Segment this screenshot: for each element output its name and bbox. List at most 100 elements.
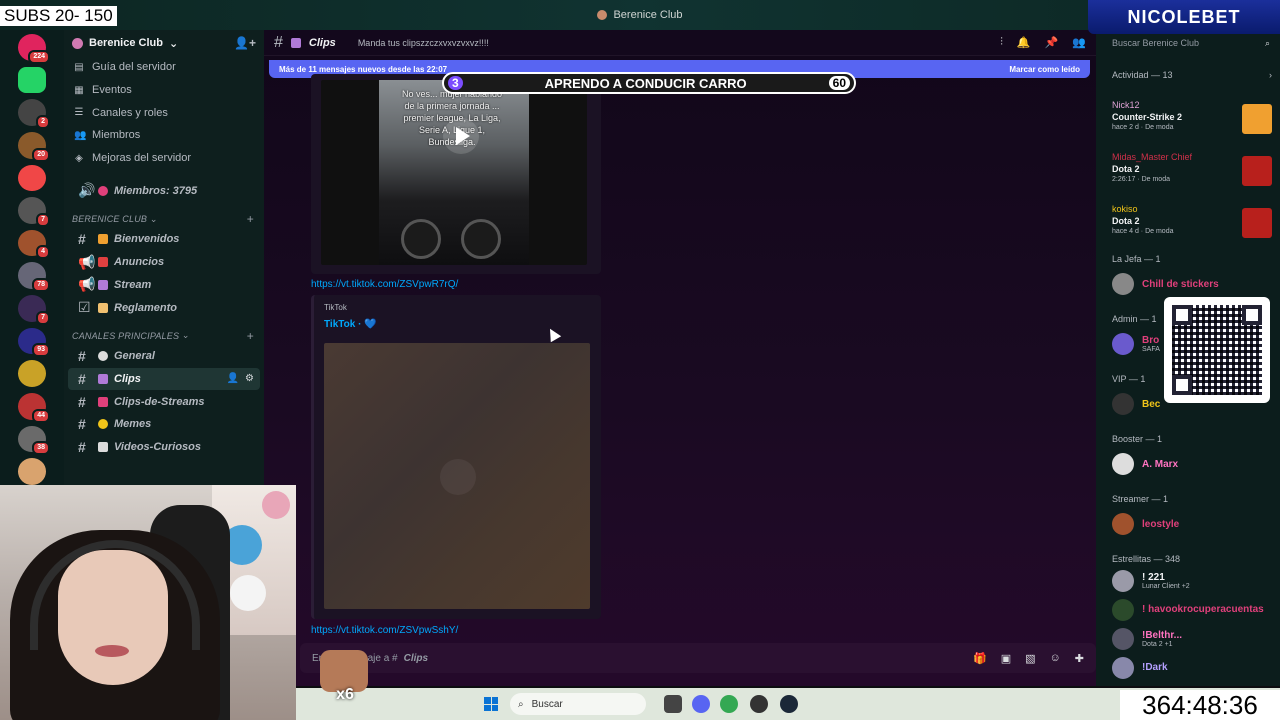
chat-area: Más de 11 mensajes nuevos desde las 22:0…	[264, 56, 1096, 686]
avatar	[1112, 627, 1134, 650]
server-icon	[72, 37, 83, 49]
server-icon[interactable]: 4	[18, 229, 50, 260]
subs-overlay: SUBS 20- 150	[0, 6, 117, 26]
threads-icon[interactable]: ⫶	[1000, 36, 1003, 49]
avatar	[1112, 333, 1134, 355]
apps-icon[interactable]: ✚	[1075, 652, 1084, 665]
server-icon[interactable]: 38	[18, 425, 50, 456]
server-icon[interactable]	[18, 458, 46, 485]
hash-icon: #	[78, 370, 86, 387]
play-icon[interactable]	[440, 459, 476, 495]
menu-guide[interactable]: ▤ Guía del servidor	[64, 56, 264, 79]
play-icon[interactable]	[443, 118, 479, 154]
channel-sidebar: Berenice Club ⌄ 👤+ ▤ Guía del servidor ▦ E…	[64, 30, 264, 485]
role-header: Streamer — 1	[1112, 494, 1169, 504]
menu-events[interactable]: ▦ Eventos	[64, 79, 264, 102]
server-icon[interactable]: 78	[18, 262, 50, 293]
server-icon[interactable]: 2	[18, 99, 50, 129]
boost-icon: ◈	[75, 152, 83, 164]
menu-members[interactable]: 👥 Miembros	[64, 124, 264, 147]
members-list-icon[interactable]: 👥	[1072, 36, 1086, 49]
role-header: Estrellitas — 348	[1112, 554, 1181, 564]
member-status: Dota 2 +1	[1142, 640, 1173, 648]
message-input[interactable]: Enviar mensaje a # Clips 🎁 ▣ ▧ ☺ ✚	[300, 643, 1096, 673]
file-explorer-icon[interactable]	[664, 695, 682, 713]
member-item[interactable]: A. Marx	[1112, 446, 1272, 482]
video-player[interactable]: No ves... mujer hablando de la primera j…	[321, 80, 587, 265]
chevron-right-icon: ›	[1269, 70, 1272, 80]
server-icon[interactable]: 93	[18, 327, 50, 358]
steam-icon[interactable]	[780, 695, 798, 713]
bell-icon[interactable]: 🔔	[1017, 36, 1031, 49]
unread-badge: 38	[32, 441, 50, 456]
emoji-icon[interactable]: ☺	[1050, 652, 1061, 665]
channel-clips-de-streams[interactable]: # Clips-de-Streams	[68, 390, 260, 413]
tiktok-link[interactable]: https://vt.tiktok.com/ZSVpwSshY/	[311, 625, 458, 636]
hash-icon: #	[274, 33, 283, 51]
server-icon[interactable]: 7	[18, 197, 50, 227]
video-thumbnail[interactable]	[324, 343, 590, 609]
member-item[interactable]: leostyle	[1112, 506, 1272, 542]
channel-topic[interactable]: Manda tus clipszzczxvxvzvxvz!!!!	[358, 38, 489, 48]
role-header: La Jefa — 1	[1112, 254, 1161, 264]
invite-icon[interactable]: 👤	[227, 373, 239, 384]
channel-videos-curiosos[interactable]: # Videos-Curiosos	[68, 436, 260, 459]
gear-icon[interactable]: ⚙	[245, 373, 254, 384]
taskbar-search[interactable]: ⌕ Buscar	[510, 693, 646, 715]
member-item[interactable]: ! havookrocuperacuentas	[1112, 595, 1272, 624]
member-status: SAFA	[1142, 346, 1160, 353]
mark-as-read-button[interactable]: Marcar como leído	[1009, 65, 1080, 74]
window-title: Berenice Club	[597, 9, 683, 21]
obs-icon[interactable]	[750, 695, 768, 713]
hash-icon: #	[78, 438, 86, 455]
server-icon[interactable]: 20	[18, 131, 50, 162]
server-header[interactable]: Berenice Club ⌄ 👤+	[64, 30, 264, 56]
activity-item[interactable]: Midas_Master Chief Dota 2 2:26:17 · De mod…	[1112, 138, 1272, 190]
server-icon[interactable]	[18, 360, 46, 388]
chrome-icon[interactable]	[720, 695, 738, 713]
category-canales-principales[interactable]: CANALES PRINCIPALES ⌄ +	[64, 327, 264, 345]
search-icon: ⌕	[518, 698, 524, 710]
member-item[interactable]: !Dark	[1112, 653, 1272, 682]
add-channel-icon[interactable]: +	[247, 329, 254, 343]
embed-title[interactable]: TikTok · 💙	[324, 319, 377, 330]
member-item[interactable]: ! 221 Lunar Client +2	[1112, 566, 1272, 595]
server-icon[interactable]	[18, 66, 46, 94]
windows-start-icon[interactable]	[484, 697, 498, 711]
channel-clips[interactable]: # Clips 👤 ⚙	[68, 367, 260, 391]
sticker-icon[interactable]: ▧	[1025, 652, 1035, 665]
activity-item[interactable]: Nick12 Counter-Strike 2 hace 2 d · De moda	[1112, 86, 1272, 138]
server-icon	[597, 10, 608, 20]
avatar	[1112, 453, 1134, 475]
menu-boosts[interactable]: ◈ Mejoras del servidor	[64, 147, 264, 170]
server-icon[interactable]: 224	[18, 34, 50, 64]
megaphone-icon: 📢	[78, 276, 96, 293]
add-channel-icon[interactable]: +	[247, 212, 254, 226]
unread-badge: 78	[32, 278, 50, 293]
gif-icon[interactable]: ▣	[1001, 652, 1011, 665]
member-name: Bro	[1142, 335, 1160, 346]
server-icon[interactable]: 7	[18, 295, 50, 325]
channel-reglamento[interactable]: ☑ Reglamento	[68, 296, 260, 319]
channel-memes[interactable]: # Memes	[68, 413, 260, 436]
menu-channels-roles[interactable]: ☰ Canales y roles	[64, 101, 264, 124]
server-icon[interactable]: 44	[18, 393, 50, 423]
brand-overlay: NICOLEBET	[1088, 0, 1280, 34]
activity-header[interactable]: Actividad — 13 ›	[1112, 70, 1272, 86]
tiktok-link[interactable]: https://vt.tiktok.com/ZSVpwR7rQ/	[311, 279, 458, 290]
member-item[interactable]: !Belthr... Dota 2 +1	[1112, 624, 1272, 653]
channel-stream[interactable]: 📢 Stream	[68, 274, 260, 297]
invite-icon[interactable]: 👤+	[234, 36, 256, 50]
channel-anuncios[interactable]: 📢 Anuncios	[68, 251, 260, 274]
category-berenice-club[interactable]: BERENICE CLUB ⌄ +	[64, 210, 264, 228]
pin-icon[interactable]: 📌	[1045, 36, 1059, 49]
gift-icon[interactable]: 🎁	[973, 652, 987, 665]
channel-bienvenidos[interactable]: # Bienvenidos	[68, 228, 260, 251]
counter-strike-icon	[1242, 104, 1272, 134]
activity-item[interactable]: kokiso Dota 2 hace 4 d · De moda	[1112, 190, 1272, 242]
members-count-channel[interactable]: 🔊 Miembros: 3795	[68, 179, 260, 202]
channel-general[interactable]: # General	[68, 345, 260, 368]
discord-icon[interactable]	[692, 695, 710, 713]
unread-badge: 7	[36, 212, 50, 227]
server-icon[interactable]	[18, 164, 46, 192]
